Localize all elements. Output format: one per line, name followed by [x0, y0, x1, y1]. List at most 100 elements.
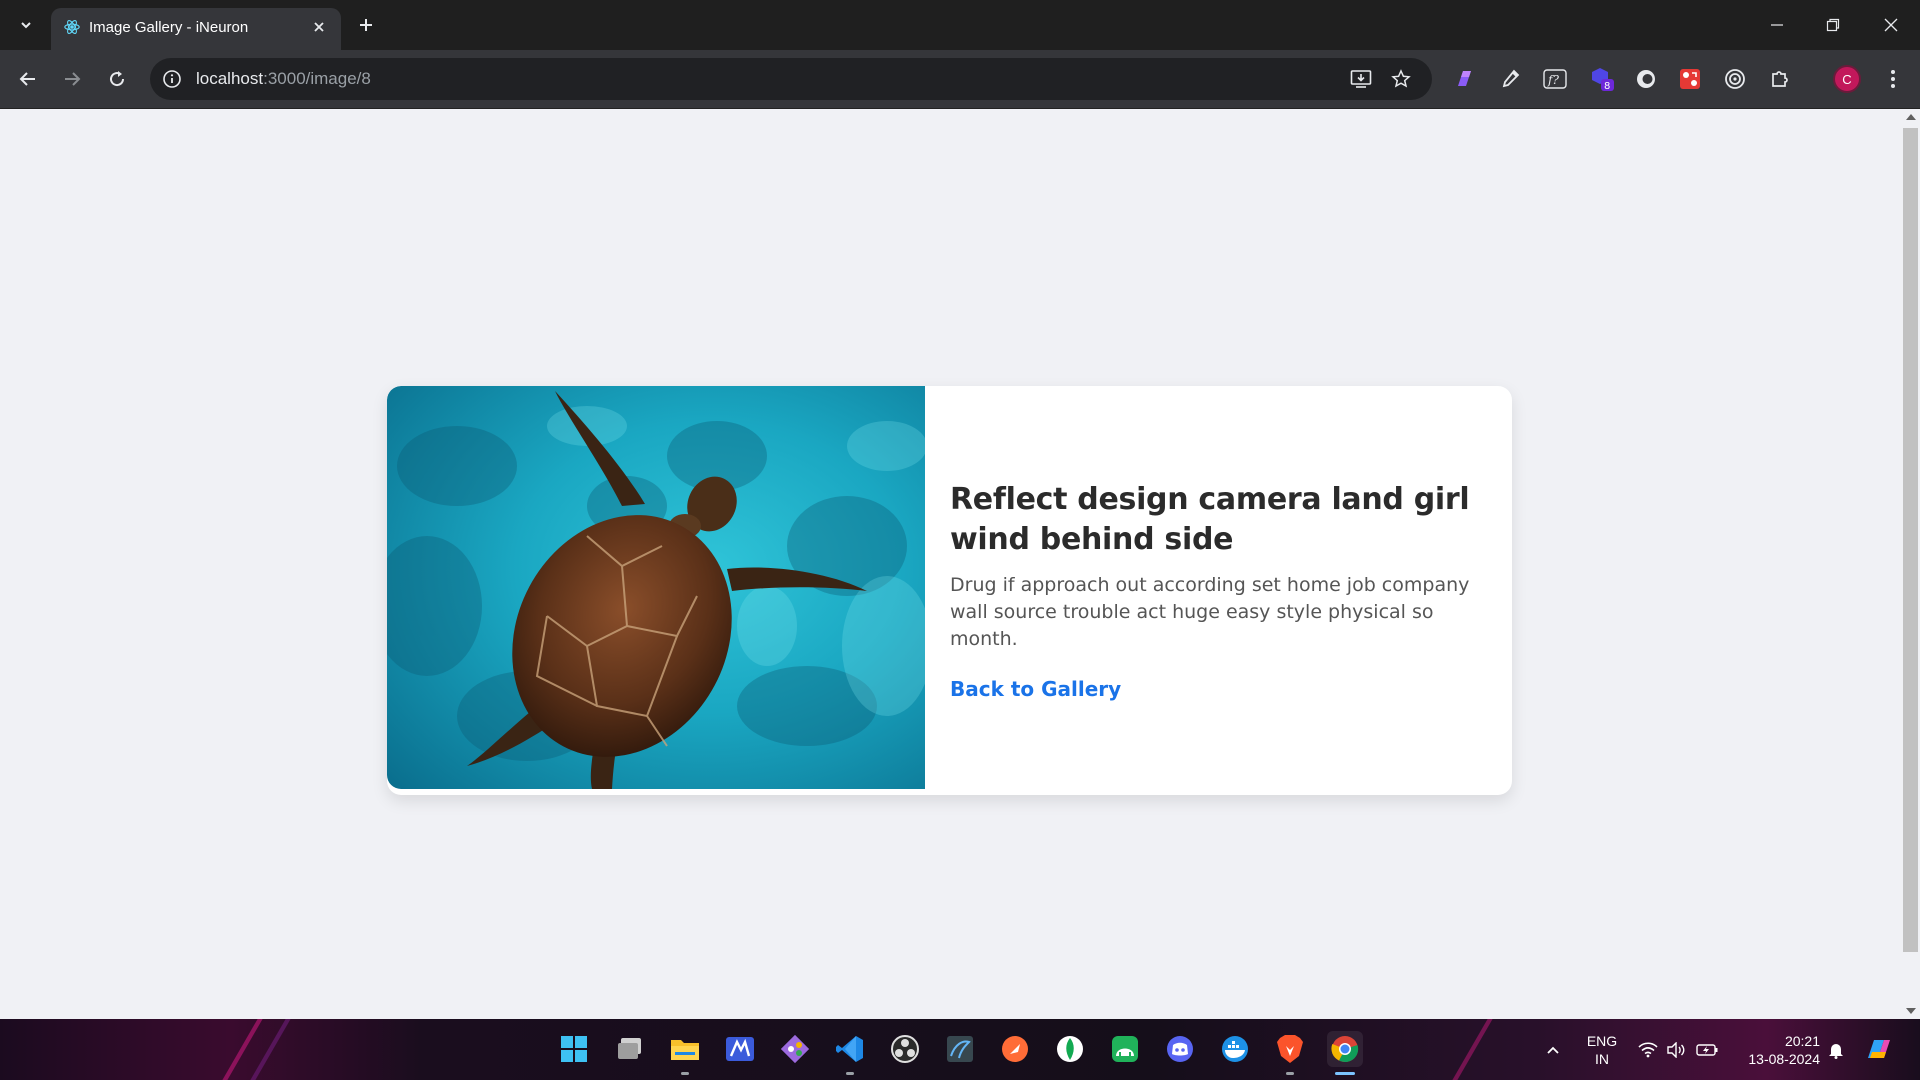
- bookmark-button[interactable]: [1390, 68, 1412, 90]
- taskbar-discord[interactable]: [1162, 1031, 1198, 1067]
- extension-target[interactable]: [1721, 65, 1749, 93]
- extensions-menu-button[interactable]: [1766, 65, 1794, 93]
- back-to-gallery-link[interactable]: Back to Gallery: [950, 677, 1121, 701]
- extension-red[interactable]: [1676, 65, 1704, 93]
- install-icon: [1350, 70, 1372, 88]
- new-tab-button[interactable]: [353, 12, 379, 38]
- extension-color-picker[interactable]: [1496, 65, 1524, 93]
- windows-start-icon: [561, 1036, 587, 1062]
- hexagon-extension-icon: 8: [1592, 68, 1614, 92]
- extension-copilot[interactable]: [1451, 65, 1479, 93]
- react-icon: [64, 20, 80, 34]
- forward-button[interactable]: [57, 64, 87, 94]
- extension-with-badge[interactable]: 8: [1588, 65, 1616, 93]
- taskbar-docker[interactable]: [1217, 1031, 1253, 1067]
- image-detail-card: Reflect design camera land girl wind beh…: [387, 386, 1512, 795]
- url-text[interactable]: localhost:3000/image/8: [196, 69, 371, 89]
- scrollbar-thumb[interactable]: [1903, 128, 1918, 952]
- circle-toggle-icon: [1637, 70, 1655, 88]
- taskbar-file-explorer[interactable]: [667, 1031, 703, 1067]
- obs-icon: [891, 1035, 919, 1063]
- tray-overflow-button[interactable]: [1540, 1019, 1566, 1080]
- taskbar-vscode[interactable]: [832, 1031, 868, 1067]
- site-info-icon[interactable]: [162, 69, 182, 89]
- reload-icon: [110, 71, 125, 87]
- copilot-extension-icon: [1458, 71, 1471, 86]
- taskbar-mongodb-compass[interactable]: [1052, 1031, 1088, 1067]
- turtle-photo: [387, 386, 925, 789]
- battery-charging-icon: [1696, 1043, 1718, 1056]
- red-puzzle-extension-icon: [1680, 69, 1700, 89]
- notifications-button[interactable]: [1824, 1019, 1848, 1080]
- git-icon: [780, 1034, 810, 1064]
- reload-button[interactable]: [102, 64, 132, 94]
- taskbar-chrome[interactable]: [1327, 1031, 1363, 1067]
- profile-avatar[interactable]: C: [1833, 65, 1861, 93]
- task-view-button[interactable]: [612, 1031, 648, 1067]
- image-description: Drug if approach out according set home …: [950, 574, 1470, 650]
- taskbar-android-studio[interactable]: [1107, 1031, 1143, 1067]
- tab-title: Image Gallery - iNeuron: [89, 19, 249, 36]
- scroll-up-arrow[interactable]: [1906, 114, 1916, 120]
- volume-status[interactable]: [1664, 1019, 1688, 1080]
- arrow-right-icon: [65, 72, 81, 86]
- extension-toggle[interactable]: [1632, 65, 1660, 93]
- windows-taskbar: ENG IN 20:21 13-08-2024: [0, 1019, 1920, 1080]
- clock-date: 13-08-2024: [1748, 1051, 1820, 1067]
- running-indicator: [681, 1072, 689, 1075]
- font-question-icon: f?: [1543, 69, 1567, 89]
- plus-icon: [360, 19, 372, 31]
- copilot-icon: [1868, 1039, 1890, 1058]
- taskbar-git[interactable]: [777, 1031, 813, 1067]
- file-explorer-icon: [671, 1040, 699, 1060]
- discord-icon: [1167, 1036, 1193, 1062]
- extension-badge-count: 8: [1604, 81, 1610, 92]
- taskbar-brave[interactable]: [1272, 1031, 1308, 1067]
- close-icon: [314, 22, 324, 32]
- target-icon: [1725, 69, 1745, 89]
- close-icon: [1884, 18, 1898, 32]
- taskbar-app-editor[interactable]: [722, 1031, 758, 1067]
- install-app-button[interactable]: [1350, 68, 1372, 90]
- active-tab[interactable]: Image Gallery - iNeuron: [51, 8, 341, 50]
- arrow-left-icon: [19, 72, 35, 86]
- tab-close-button[interactable]: [309, 17, 329, 37]
- wifi-status[interactable]: [1636, 1019, 1660, 1080]
- restore-button[interactable]: [1818, 10, 1848, 40]
- chrome-icon: [1331, 1036, 1359, 1063]
- input-language-indicator[interactable]: ENG IN: [1582, 1032, 1622, 1068]
- tab-search-button[interactable]: [13, 12, 39, 38]
- task-view-icon: [618, 1038, 641, 1059]
- close-window-button[interactable]: [1876, 10, 1906, 40]
- chevron-down-icon: [21, 22, 31, 29]
- browser-toolbar: localhost:3000/image/8 f? 8 C: [0, 50, 1920, 109]
- clock[interactable]: 20:21 13-08-2024: [1730, 1032, 1820, 1068]
- back-button[interactable]: [13, 64, 43, 94]
- minimize-icon: [1771, 24, 1783, 26]
- vs-code-alt-icon: [726, 1037, 754, 1061]
- copilot-tray-button[interactable]: [1862, 1019, 1896, 1080]
- extension-whatfont[interactable]: f?: [1541, 65, 1569, 93]
- taskbar-mysql-workbench[interactable]: [942, 1031, 978, 1067]
- lang-line-1: ENG: [1586, 1033, 1618, 1049]
- start-button[interactable]: [556, 1031, 592, 1067]
- brave-icon: [1277, 1035, 1303, 1063]
- minimize-button[interactable]: [1762, 10, 1792, 40]
- url-path: :3000/image/8: [263, 69, 371, 88]
- mongodb-compass-icon: [1057, 1036, 1083, 1062]
- wifi-icon: [1638, 1041, 1658, 1057]
- page-scrollbar[interactable]: [1901, 109, 1920, 1019]
- wallpaper-streak: [1452, 1019, 1493, 1080]
- scroll-down-arrow[interactable]: [1906, 1008, 1916, 1014]
- chrome-menu-button[interactable]: [1882, 65, 1904, 93]
- bell-icon: [1829, 1043, 1843, 1059]
- star-icon: [1391, 69, 1411, 88]
- turtle-image-graphic: [387, 386, 925, 789]
- page-viewport: Reflect design camera land girl wind beh…: [0, 109, 1901, 1019]
- taskbar-obs[interactable]: [887, 1031, 923, 1067]
- address-bar[interactable]: localhost:3000/image/8: [150, 58, 1432, 100]
- active-indicator: [1335, 1072, 1355, 1075]
- battery-status[interactable]: [1694, 1019, 1720, 1080]
- android-studio-icon: [1112, 1036, 1138, 1062]
- taskbar-postman[interactable]: [997, 1031, 1033, 1067]
